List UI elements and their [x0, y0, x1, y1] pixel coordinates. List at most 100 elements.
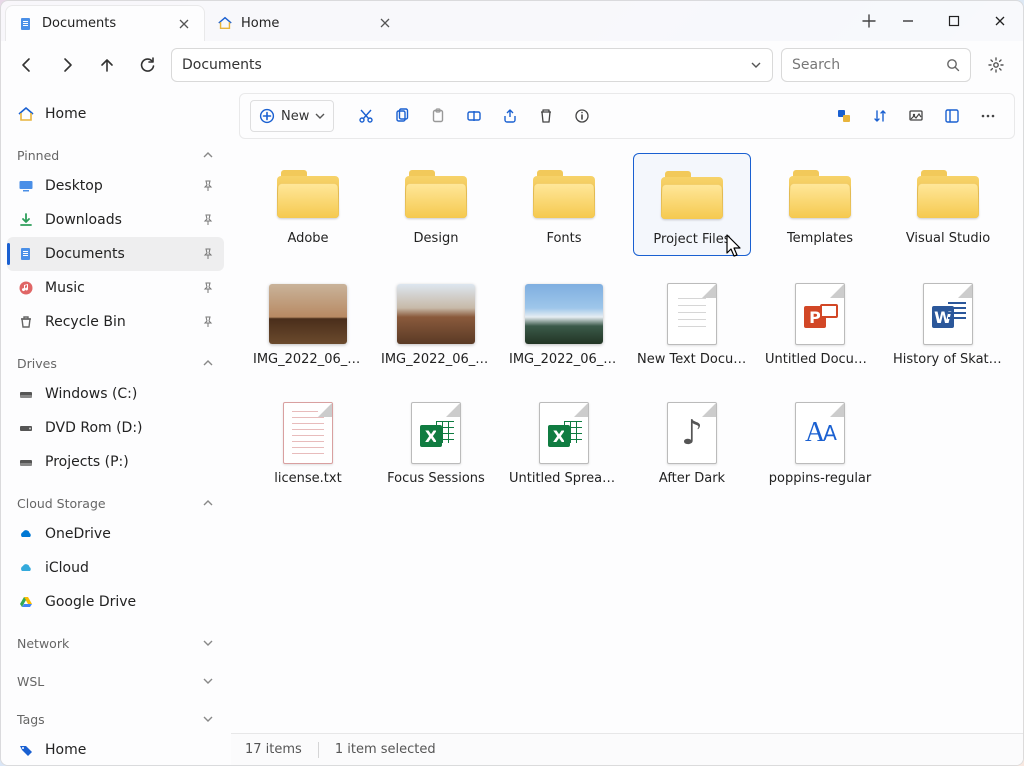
sidebar-item-recycle-bin[interactable]: Recycle Bin [7, 305, 224, 339]
tab-close-button[interactable] [377, 15, 393, 31]
sidebar-item-music[interactable]: Music [7, 271, 224, 305]
sidebar-section-pinned[interactable]: Pinned [7, 141, 224, 169]
pin-quickaccess-button[interactable] [828, 100, 860, 132]
sidebar-item-home[interactable]: Home [7, 97, 224, 131]
file-item-after-dark[interactable]: ♪After Dark [633, 393, 751, 494]
pin-icon[interactable] [202, 180, 214, 192]
pin-icon[interactable] [202, 316, 214, 328]
folder-item-templates[interactable]: Templates [761, 153, 879, 256]
text-file-icon [667, 283, 717, 345]
rename-button[interactable] [458, 100, 490, 132]
sidebar-item-icloud[interactable]: iCloud [7, 551, 224, 585]
search-placeholder: Search [792, 57, 840, 73]
address-dropdown-icon[interactable] [750, 59, 762, 71]
new-button[interactable]: New [250, 100, 334, 132]
close-button[interactable] [977, 1, 1023, 41]
view-button[interactable] [900, 100, 932, 132]
item-thumbnail: W [909, 282, 987, 346]
refresh-button[interactable] [131, 49, 163, 81]
file-item-img-2022-06-14-2891[interactable]: IMG_2022_06_14_2891 [249, 274, 367, 375]
cut-button[interactable] [350, 100, 382, 132]
window-controls [885, 1, 1023, 41]
properties-button[interactable] [566, 100, 598, 132]
sort-button[interactable] [864, 100, 896, 132]
downloads-icon [17, 211, 35, 229]
status-count: 17 items [245, 742, 302, 757]
layout-button[interactable] [936, 100, 968, 132]
icloud-icon [17, 559, 35, 577]
up-button[interactable] [91, 49, 123, 81]
item-label: Untitled Document [765, 352, 875, 367]
music-icon [17, 279, 35, 297]
tab-label: Home [241, 16, 279, 31]
sidebar-section-drives[interactable]: Drives [7, 349, 224, 377]
sidebar-item-projects-p-[interactable]: Projects (P:) [7, 445, 224, 479]
onedrive-icon [17, 525, 35, 543]
desktop-icon [17, 177, 35, 195]
folder-item-adobe[interactable]: Adobe [249, 153, 367, 256]
paste-button[interactable] [422, 100, 454, 132]
sidebar-item-downloads[interactable]: Downloads [7, 203, 224, 237]
file-item-untitled-document[interactable]: PUntitled Document [761, 274, 879, 375]
folder-item-project-files[interactable]: Project Files [633, 153, 751, 256]
file-item-license-txt[interactable]: license.txt [249, 393, 367, 494]
forward-button[interactable] [51, 49, 83, 81]
sidebar-item-desktop[interactable]: Desktop [7, 169, 224, 203]
sidebar-item-documents[interactable]: Documents [7, 237, 224, 271]
item-thumbnail: AA [781, 401, 859, 465]
pin-icon[interactable] [202, 282, 214, 294]
copy-button[interactable] [386, 100, 418, 132]
item-thumbnail [269, 282, 347, 346]
tabstrip: Documents Home [1, 1, 853, 41]
item-label: After Dark [637, 471, 747, 486]
tab-close-button[interactable] [176, 16, 192, 32]
file-item-untitled-spreadsheet[interactable]: XUntitled Spreadsheet [505, 393, 623, 494]
chevron-icon [202, 149, 214, 161]
sidebar-item-onedrive[interactable]: OneDrive [7, 517, 224, 551]
delete-button[interactable] [530, 100, 562, 132]
sidebar-item-home[interactable]: Home [7, 733, 224, 765]
file-item-img-2022-06-14-2892[interactable]: IMG_2022_06_14_2892 [377, 274, 495, 375]
minimize-button[interactable] [885, 1, 931, 41]
sidebar-item-label: Windows (C:) [45, 386, 137, 402]
tab-home[interactable]: Home [205, 5, 405, 41]
file-item-history-of-skateboarding[interactable]: WHistory of Skateboarding [889, 274, 1007, 375]
folder-item-design[interactable]: Design [377, 153, 495, 256]
items-grid[interactable]: AdobeDesignFontsProject FilesTemplatesVi… [231, 139, 1023, 733]
sidebar-item-google-drive[interactable]: Google Drive [7, 585, 224, 619]
item-label: poppins-regular [765, 471, 875, 486]
sidebar-section-cloud-storage[interactable]: Cloud Storage [7, 489, 224, 517]
folder-item-fonts[interactable]: Fonts [505, 153, 623, 256]
documents-icon [17, 245, 35, 263]
section-title: Tags [17, 712, 45, 727]
folder-icon [277, 168, 339, 218]
tag-icon [17, 741, 35, 759]
home-icon [17, 105, 35, 123]
settings-button[interactable] [979, 48, 1013, 82]
maximize-button[interactable] [931, 1, 977, 41]
back-button[interactable] [11, 49, 43, 81]
sidebar-item-windows-c-[interactable]: Windows (C:) [7, 377, 224, 411]
file-item-focus-sessions[interactable]: XFocus Sessions [377, 393, 495, 494]
sidebar-section-wsl[interactable]: WSL [7, 667, 224, 695]
navigation-row: Documents Search [1, 41, 1023, 89]
pin-icon[interactable] [202, 214, 214, 226]
address-bar[interactable]: Documents [171, 48, 773, 82]
tab-label: Documents [42, 16, 116, 31]
folder-item-visual-studio[interactable]: Visual Studio [889, 153, 1007, 256]
file-item-new-text-document[interactable]: New Text Document [633, 274, 751, 375]
image-thumbnail [269, 284, 347, 344]
sidebar-section-network[interactable]: Network [7, 629, 224, 657]
tab-documents[interactable]: Documents [5, 5, 205, 41]
new-tab-button[interactable] [853, 1, 885, 41]
search-input[interactable]: Search [781, 48, 971, 82]
status-selection: 1 item selected [335, 742, 436, 757]
sidebar-item-dvd-rom-d-[interactable]: DVD Rom (D:) [7, 411, 224, 445]
file-item-img-2022-06-14-2893[interactable]: IMG_2022_06_14_2893 [505, 274, 623, 375]
pin-icon[interactable] [202, 248, 214, 260]
sidebar-section-tags[interactable]: Tags [7, 705, 224, 733]
file-item-poppins-regular[interactable]: AA poppins-regular [761, 393, 879, 494]
more-button[interactable] [972, 100, 1004, 132]
main-panel: New AdobeDesignFontsProject FilesTemplat [231, 89, 1023, 765]
share-button[interactable] [494, 100, 526, 132]
